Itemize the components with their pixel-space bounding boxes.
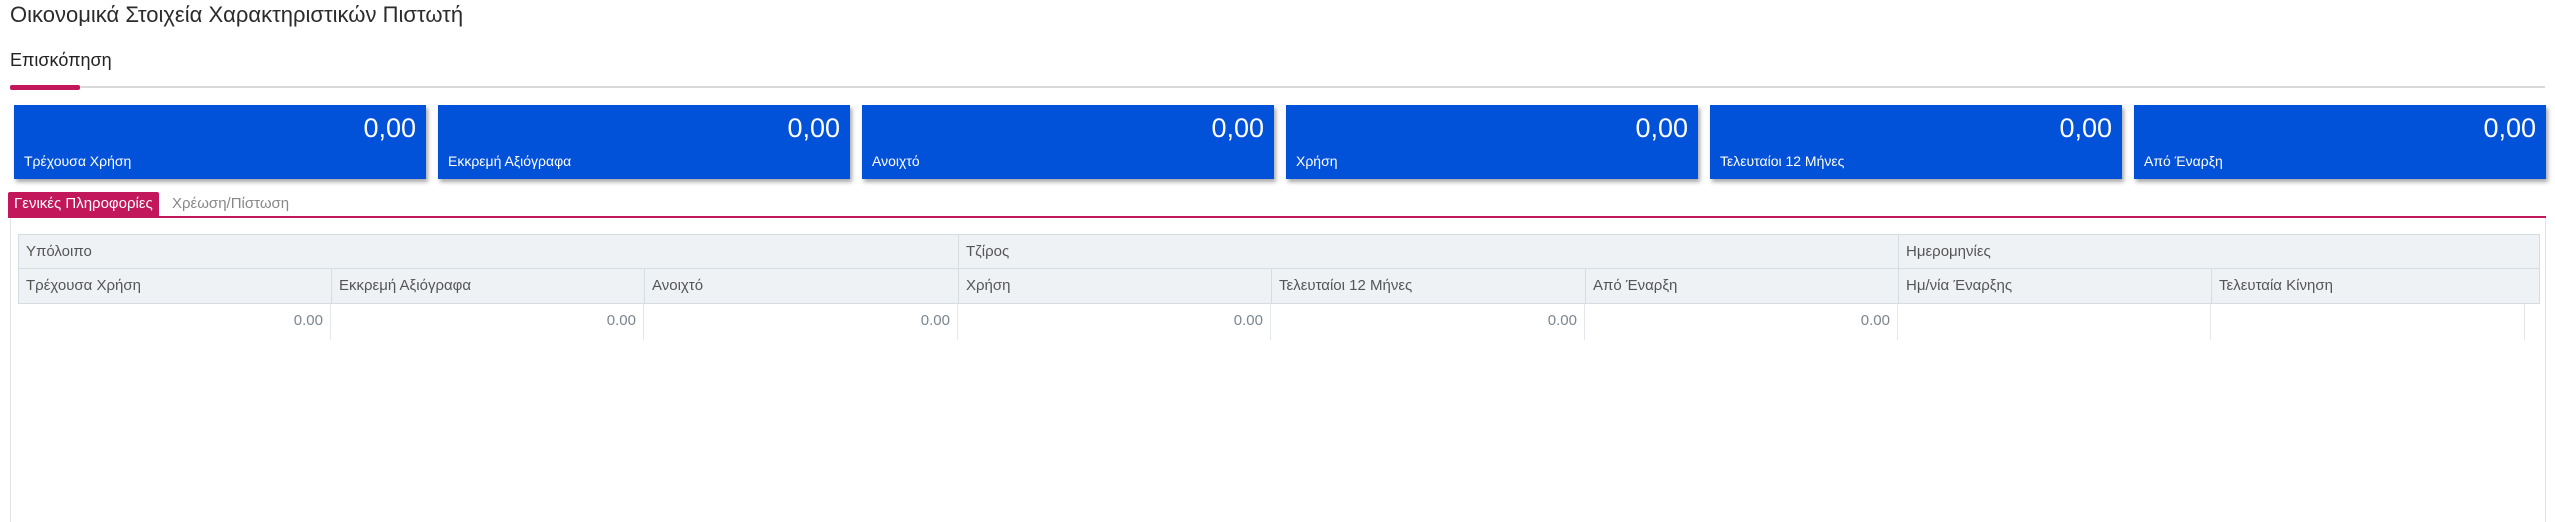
tab-general-info[interactable]: Γενικές Πληροφορίες xyxy=(8,192,159,216)
grid-group-header: Υπόλοιπο Τζίρος Ημερομηνίες xyxy=(18,234,2540,269)
kpi-label: Τρέχουσα Χρήση xyxy=(24,153,132,169)
table-cell: 0.00 xyxy=(18,304,331,340)
kpi-card-last-12-months[interactable]: 0,00 Τελευταίοι 12 Μήνες xyxy=(1710,105,2122,179)
column-header[interactable]: Χρήση xyxy=(959,269,1272,303)
kpi-card-open[interactable]: 0,00 Ανοιχτό xyxy=(862,105,1274,179)
tab-debit-credit[interactable]: Χρέωση/Πίστωση xyxy=(166,192,295,216)
grid-panel: Υπόλοιπο Τζίρος Ημερομηνίες Τρέχουσα Χρή… xyxy=(10,218,2546,522)
kpi-card-usage[interactable]: 0,00 Χρήση xyxy=(1286,105,1698,179)
column-header[interactable]: Τελευταία Κίνηση xyxy=(2212,269,2526,303)
active-tab-indicator xyxy=(10,85,80,90)
grid-column-header: Τρέχουσα Χρήση Εκκρεμή Αξιόγραφα Ανοιχτό… xyxy=(18,269,2540,304)
kpi-card-since-start[interactable]: 0,00 Από Έναρξη xyxy=(2134,105,2546,179)
kpi-label: Ανοιχτό xyxy=(872,153,920,169)
kpi-label: Από Έναρξη xyxy=(2144,153,2223,169)
kpi-label: Τελευταίοι 12 Μήνες xyxy=(1720,153,1845,169)
group-header-balance: Υπόλοιπο xyxy=(19,235,959,268)
table-cell xyxy=(1898,304,2211,340)
kpi-value: 0,00 xyxy=(2483,113,2536,143)
kpi-value: 0,00 xyxy=(1635,113,1688,143)
table-row[interactable]: 0.00 0.00 0.00 0.00 0.00 0.00 xyxy=(18,304,2540,340)
column-header[interactable]: Ημ/νία Έναρξης xyxy=(1899,269,2212,303)
table-cell: 0.00 xyxy=(1585,304,1898,340)
group-header-turnover: Τζίρος xyxy=(959,235,1899,268)
table-cell: 0.00 xyxy=(331,304,644,340)
column-header[interactable]: Τρέχουσα Χρήση xyxy=(19,269,332,303)
sub-tab-bar: Γενικές Πληροφορίες Χρέωση/Πίστωση xyxy=(8,192,2546,218)
column-header[interactable]: Εκκρεμή Αξιόγραφα xyxy=(332,269,645,303)
kpi-card-current-use[interactable]: 0,00 Τρέχουσα Χρήση xyxy=(14,105,426,179)
kpi-label: Χρήση xyxy=(1296,153,1338,169)
column-header[interactable]: Ανοιχτό xyxy=(645,269,959,303)
table-cell xyxy=(2211,304,2525,340)
kpi-value: 0,00 xyxy=(787,113,840,143)
page-title: Οικονομικά Στοιχεία Χαρακτηριστικών Πιστ… xyxy=(10,2,464,27)
table-cell: 0.00 xyxy=(958,304,1271,340)
table-cell: 0.00 xyxy=(644,304,958,340)
group-header-dates: Ημερομηνίες xyxy=(1899,235,2526,268)
table-cell: 0.00 xyxy=(1271,304,1585,340)
kpi-value: 0,00 xyxy=(363,113,416,143)
header-scroll-gap xyxy=(2524,235,2539,268)
column-header[interactable]: Τελευταίοι 12 Μήνες xyxy=(1272,269,1586,303)
kpi-cards: 0,00 Τρέχουσα Χρήση 0,00 Εκκρεμή Αξιόγρα… xyxy=(14,105,2546,179)
kpi-value: 0,00 xyxy=(1211,113,1264,143)
column-header[interactable]: Από Έναρξη xyxy=(1586,269,1899,303)
main-tab-bar: Επισκόπηση xyxy=(10,50,2545,90)
kpi-label: Εκκρεμή Αξιόγραφα xyxy=(448,153,572,169)
kpi-card-pending-securities[interactable]: 0,00 Εκκρεμή Αξιόγραφα xyxy=(438,105,850,179)
kpi-value: 0,00 xyxy=(2059,113,2112,143)
header-scroll-gap xyxy=(2524,269,2539,303)
tab-overview[interactable]: Επισκόπηση xyxy=(10,50,112,79)
